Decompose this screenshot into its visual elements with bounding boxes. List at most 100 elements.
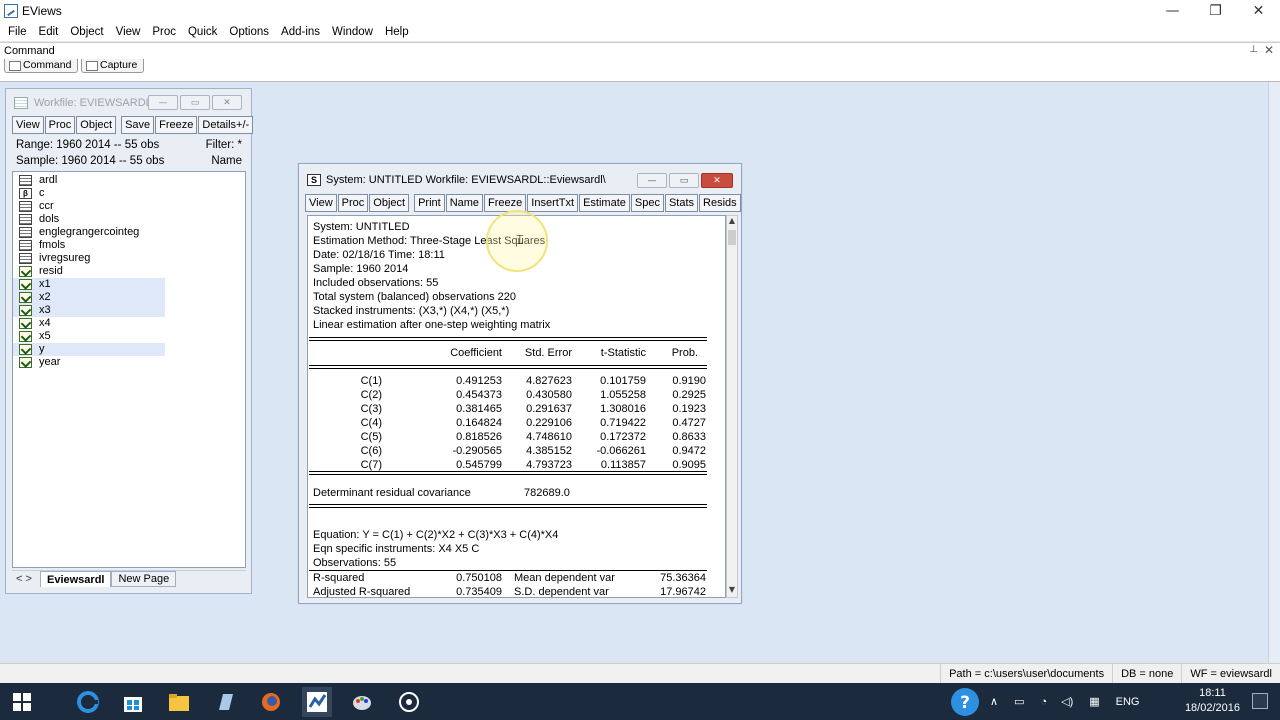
menu-window[interactable]: Window <box>326 26 379 38</box>
sys-print-button[interactable]: Print <box>414 194 445 212</box>
sys-stats-button[interactable]: Stats <box>664 194 699 212</box>
workfile-object-englegrangercointeg[interactable]: englegrangercointeg <box>13 226 165 239</box>
status-wf[interactable]: WF = eviewsardl <box>1181 663 1280 684</box>
workfile-object-fmols[interactable]: fmols <box>13 239 165 252</box>
coef-cell-se: 0.291637 <box>526 403 572 415</box>
workfile-object-y[interactable]: y <box>13 343 165 356</box>
menu-view[interactable]: View <box>110 26 147 38</box>
workfile-minimize-button[interactable]: — <box>148 95 178 110</box>
menu-help[interactable]: Help <box>379 26 415 38</box>
order-label[interactable]: Name <box>211 153 242 169</box>
workfile-object-x4[interactable]: x4 <box>13 317 165 330</box>
coef-cell-se: 0.430580 <box>526 389 572 401</box>
menu-options[interactable]: Options <box>223 26 275 38</box>
status-db[interactable]: DB = none <box>1112 663 1181 684</box>
range-label[interactable]: Range: 1960 2014 -- 55 obs <box>16 137 159 153</box>
object-name: ivregsureg <box>39 252 91 264</box>
close-button[interactable]: ✕ <box>1237 0 1280 22</box>
firefox-icon[interactable] <box>256 687 286 717</box>
pin-icon[interactable]: ⊥ <box>1249 44 1258 55</box>
workfile-close-button[interactable]: ✕ <box>212 95 242 110</box>
scroll-up-icon[interactable]: ▲ <box>727 216 737 228</box>
keyboard-icon[interactable]: ▦ <box>1089 695 1099 708</box>
wf-view-button[interactable]: View <box>12 116 44 134</box>
minimize-button[interactable]: — <box>1151 0 1194 22</box>
menu-object[interactable]: Object <box>64 26 109 38</box>
workfile-object-year[interactable]: year <box>13 356 165 369</box>
paint-app-icon[interactable] <box>347 687 377 717</box>
table-divider <box>309 504 707 508</box>
taskbar-clock[interactable]: 18:11 18/02/2016 <box>1185 686 1240 716</box>
close-command-pane-icon[interactable]: ✕ <box>1264 43 1274 57</box>
language-indicator[interactable]: ENG <box>1116 696 1140 708</box>
sys-name-button[interactable]: Name <box>445 194 484 212</box>
tray-chevron-icon[interactable]: ∧ <box>990 695 998 708</box>
sys-spec-button[interactable]: Spec <box>630 194 664 212</box>
media-recorder-icon[interactable] <box>394 687 424 717</box>
system-maximize-button[interactable]: ▭ <box>669 173 699 188</box>
page-tab-new-page[interactable]: New Page <box>111 571 177 587</box>
notes-app-icon[interactable] <box>210 687 240 717</box>
workfile-object-ardl[interactable]: ardl <box>13 174 165 187</box>
windows-start-icon[interactable] <box>7 687 37 717</box>
equation-object-icon <box>19 227 32 238</box>
coef-cell-p: 0.2925 <box>672 389 706 401</box>
workfile-object-ivregsureg[interactable]: ivregsureg <box>13 252 165 265</box>
wf-proc-button[interactable]: Proc <box>44 116 76 134</box>
scroll-down-icon[interactable]: ▼ <box>727 585 737 597</box>
workfile-object-dols[interactable]: dols <box>13 213 165 226</box>
object-name: resid <box>39 265 63 277</box>
store-icon[interactable] <box>118 687 148 717</box>
series-object-icon <box>19 279 32 290</box>
workfile-object-x1[interactable]: x1 <box>13 278 165 291</box>
help-icon[interactable]: ? <box>948 685 982 719</box>
sys-object-button[interactable]: Object <box>369 194 410 212</box>
system-close-button[interactable]: ✕ <box>701 173 733 188</box>
sys-inserttxt-button[interactable]: InsertTxt <box>527 194 579 212</box>
wifi-icon[interactable]: ◔ <box>1040 696 1047 708</box>
workfile-object-x2[interactable]: x2 <box>13 291 165 304</box>
wf-freeze-button[interactable]: Freeze <box>155 116 198 134</box>
wf-details-button[interactable]: Details+/- <box>198 116 254 134</box>
status-path[interactable]: Path = c:\users\user\documents <box>940 663 1112 684</box>
menu-file[interactable]: File <box>2 26 33 38</box>
workfile-object-c[interactable]: βc <box>13 187 165 200</box>
coef-cell-t: 0.172372 <box>600 431 646 443</box>
system-output[interactable]: System: UNTITLED Estimation Method: Thre… <box>307 215 726 598</box>
restore-button[interactable]: ❐ <box>1194 0 1237 22</box>
app-window-controls: — ❐ ✕ <box>1151 0 1280 22</box>
det-resid-cov-label: Determinant residual covariance <box>313 487 471 499</box>
clock-time: 18:11 <box>1199 687 1226 699</box>
wf-save-button[interactable]: Save <box>121 116 155 134</box>
menu-add-ins[interactable]: Add-ins <box>275 26 326 38</box>
scroll-thumb[interactable] <box>728 230 736 245</box>
object-name: fmols <box>39 239 66 251</box>
system-minimize-button[interactable]: — <box>637 173 667 188</box>
sys-view-button[interactable]: View <box>305 194 337 212</box>
menu-quick[interactable]: Quick <box>182 26 223 38</box>
menu-proc[interactable]: Proc <box>146 26 182 38</box>
workfile-object-x5[interactable]: x5 <box>13 330 165 343</box>
filter-label[interactable]: Filter: * <box>206 137 242 153</box>
edge-browser-icon[interactable] <box>73 687 103 717</box>
page-nav-arrows[interactable]: < > <box>12 573 40 585</box>
workfile-object-resid[interactable]: resid <box>13 265 165 278</box>
system-vertical-scrollbar[interactable]: ▲ ▼ <box>726 215 738 598</box>
battery-icon[interactable]: ▭ <box>1014 695 1024 708</box>
tab-command[interactable]: Command <box>4 59 79 73</box>
notifications-icon[interactable] <box>1252 693 1268 709</box>
sys-estimate-button[interactable]: Estimate <box>579 194 630 212</box>
sys-proc-button[interactable]: Proc <box>337 194 369 212</box>
workfile-maximize-button[interactable]: ▭ <box>180 95 210 110</box>
volume-icon[interactable]: ◁) <box>1061 695 1073 708</box>
sample-label[interactable]: Sample: 1960 2014 -- 55 obs <box>16 153 164 169</box>
menu-edit[interactable]: Edit <box>33 26 65 38</box>
wf-object-button[interactable]: Object <box>76 116 117 134</box>
workfile-object-ccr[interactable]: ccr <box>13 200 165 213</box>
file-explorer-icon[interactable] <box>164 687 194 717</box>
page-tab-eviewsardl[interactable]: Eviewsardl <box>40 571 112 587</box>
sys-resids-button[interactable]: Resids <box>699 194 741 212</box>
eviews-taskbar-icon[interactable] <box>302 687 332 717</box>
workfile-object-x3[interactable]: x3 <box>13 304 165 317</box>
tab-capture[interactable]: Capture <box>81 59 145 73</box>
